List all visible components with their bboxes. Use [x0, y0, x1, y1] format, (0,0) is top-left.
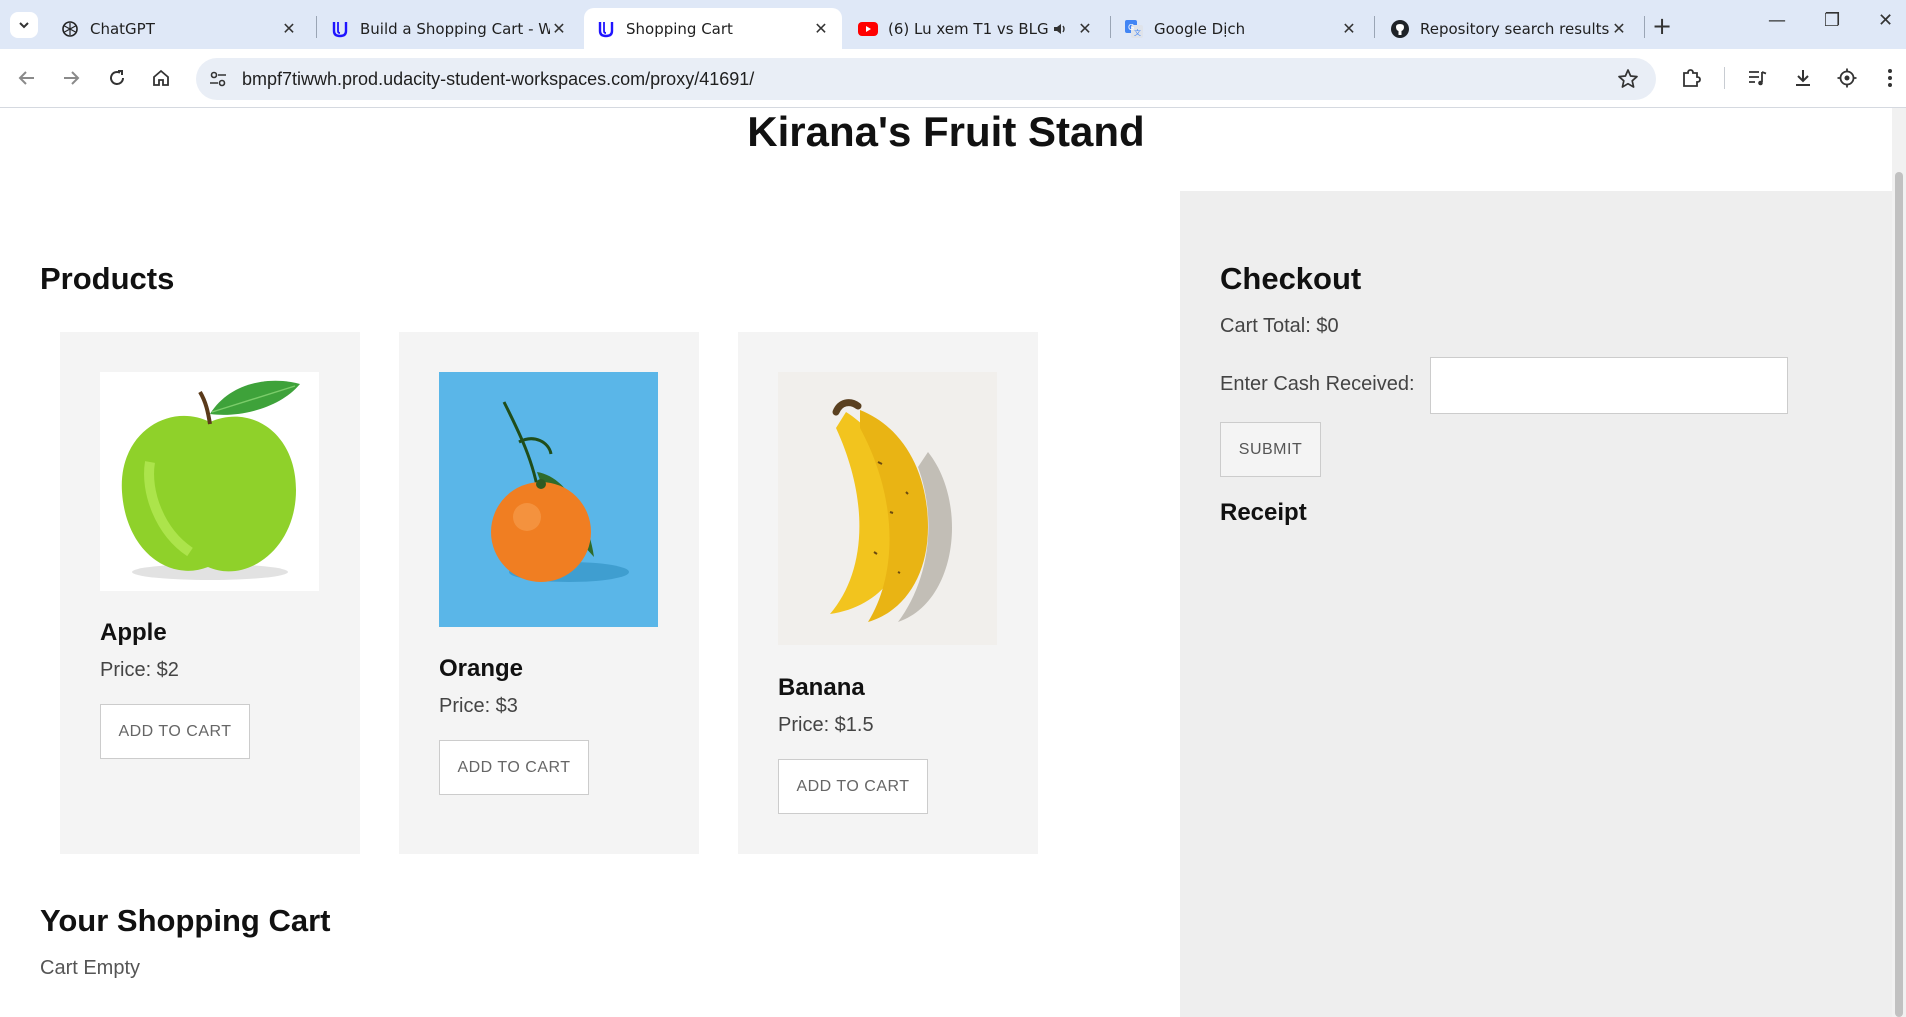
cart-empty-text: Cart Empty — [40, 957, 141, 979]
extensions-button[interactable] — [1678, 65, 1704, 91]
reload-button[interactable] — [104, 65, 130, 91]
tab-divider — [1110, 16, 1111, 38]
tab-search-button[interactable] — [10, 12, 38, 38]
tab-divider — [1644, 16, 1645, 38]
cart-total: Cart Total: $0 — [1220, 315, 1339, 337]
add-to-cart-button[interactable]: ADD TO CART — [778, 759, 928, 814]
toolbar-divider — [1724, 67, 1725, 89]
checkout-heading: Checkout — [1220, 261, 1362, 296]
bookmark-star-icon[interactable] — [1616, 67, 1640, 91]
reload-icon — [110, 70, 124, 85]
tab-title: Shopping Cart — [626, 19, 733, 38]
product-name: Apple — [100, 619, 167, 646]
arrow-left-icon — [18, 71, 34, 85]
more-vertical-icon — [1888, 69, 1892, 87]
orange-image — [439, 372, 658, 627]
banana-image — [778, 372, 997, 645]
add-to-cart-button[interactable]: ADD TO CART — [100, 704, 250, 759]
chevron-down-icon — [19, 22, 29, 29]
products-heading: Products — [40, 261, 175, 296]
tab-build-shopping-cart[interactable]: Build a Shopping Cart - Wo ✕ — [318, 8, 580, 49]
cash-received-label: Enter Cash Received: — [1220, 373, 1415, 395]
add-to-cart-button[interactable]: ADD TO CART — [439, 740, 589, 795]
product-name: Banana — [778, 674, 865, 701]
tab-title: Build a Shopping Cart - Wo — [360, 19, 550, 38]
product-price: Price: $3 — [439, 695, 518, 717]
cash-received-input[interactable] — [1430, 357, 1788, 414]
product-card-orange: Orange Price: $3 ADD TO CART — [399, 332, 699, 854]
page-scrollbar[interactable] — [1892, 108, 1906, 1017]
receipt-heading: Receipt — [1220, 499, 1307, 526]
profile-button[interactable] — [1834, 65, 1860, 91]
close-tab-icon[interactable]: ✕ — [1340, 19, 1358, 38]
product-card-apple: Apple Price: $2 ADD TO CART — [60, 332, 360, 854]
close-tab-icon[interactable]: ✕ — [280, 19, 298, 38]
tab-title: Repository search results — [1420, 19, 1610, 38]
cart-heading: Your Shopping Cart — [40, 903, 331, 938]
close-window-button[interactable]: ✕ — [1878, 10, 1893, 31]
browser-menu-button[interactable] — [1880, 65, 1900, 91]
site-info-icon[interactable] — [206, 67, 230, 91]
github-icon — [1390, 19, 1410, 39]
udacity-icon — [596, 19, 616, 39]
close-tab-icon[interactable]: ✕ — [550, 19, 568, 38]
tab-divider — [316, 16, 317, 38]
submit-button[interactable]: SUBMIT — [1220, 422, 1321, 477]
close-tab-icon[interactable]: ✕ — [1076, 19, 1094, 38]
product-name: Orange — [439, 655, 524, 682]
tab-github[interactable]: Repository search results ✕ — [1378, 8, 1640, 49]
svg-text:文: 文 — [1134, 28, 1141, 37]
close-tab-icon[interactable]: ✕ — [812, 19, 830, 38]
tab-title: (6) Lu xem T1 vs BLG (B — [888, 19, 1050, 38]
tab-strip: ChatGPT ✕ Build a Shopping Cart - Wo ✕ S… — [0, 0, 1906, 49]
arrow-right-icon — [64, 71, 80, 85]
youtube-icon — [858, 19, 878, 39]
page-title: Kirana's Fruit Stand — [747, 108, 1145, 155]
tab-divider — [1374, 16, 1375, 38]
close-tab-icon[interactable]: ✕ — [1610, 19, 1628, 38]
browser-toolbar: bmpf7tiwwh.prod.udacity-student-workspac… — [0, 49, 1906, 108]
downloads-button[interactable] — [1790, 65, 1816, 91]
apple-image — [100, 372, 319, 591]
tab-title: Google Dịch — [1154, 19, 1246, 38]
puzzle-icon — [1683, 69, 1701, 87]
tab-shopping-cart[interactable]: Shopping Cart ✕ — [584, 8, 842, 49]
tab-google-translate[interactable]: G文 Google Dịch ✕ — [1112, 8, 1370, 49]
udacity-icon — [330, 19, 350, 39]
checkout-panel: Checkout Cart Total: $0 Enter Cash Recei… — [1180, 191, 1892, 1017]
minimize-button[interactable]: — — [1768, 10, 1786, 31]
product-card-banana: Banana Price: $1.5 ADD TO CART — [738, 332, 1038, 854]
url-text: bmpf7tiwwh.prod.udacity-student-workspac… — [242, 69, 755, 89]
home-icon — [153, 69, 169, 86]
address-bar[interactable]: bmpf7tiwwh.prod.udacity-student-workspac… — [196, 58, 1656, 100]
product-price: Price: $2 — [100, 659, 179, 681]
home-button[interactable] — [148, 65, 174, 91]
chatgpt-icon — [60, 19, 80, 39]
web-page: Kirana's Fruit Stand Products Apple Pric… — [0, 108, 1906, 1017]
product-price: Price: $1.5 — [778, 714, 874, 736]
speaker-icon[interactable] — [1050, 19, 1070, 39]
forward-button[interactable] — [58, 65, 84, 91]
media-control-button[interactable] — [1744, 65, 1770, 91]
tab-chatgpt[interactable]: ChatGPT ✕ — [48, 8, 310, 49]
restore-button[interactable]: ❐ — [1824, 10, 1840, 31]
tab-title: ChatGPT — [90, 19, 155, 38]
google-translate-icon: G文 — [1124, 19, 1144, 39]
download-icon — [1796, 70, 1810, 86]
playlist-music-icon — [1749, 71, 1767, 86]
new-tab-button[interactable]: + — [1652, 12, 1672, 40]
gear-icon — [1837, 68, 1857, 88]
back-button[interactable] — [14, 65, 40, 91]
tab-youtube[interactable]: (6) Lu xem T1 vs BLG (B ✕ — [846, 8, 1106, 49]
scrollbar-thumb[interactable] — [1895, 172, 1903, 1017]
